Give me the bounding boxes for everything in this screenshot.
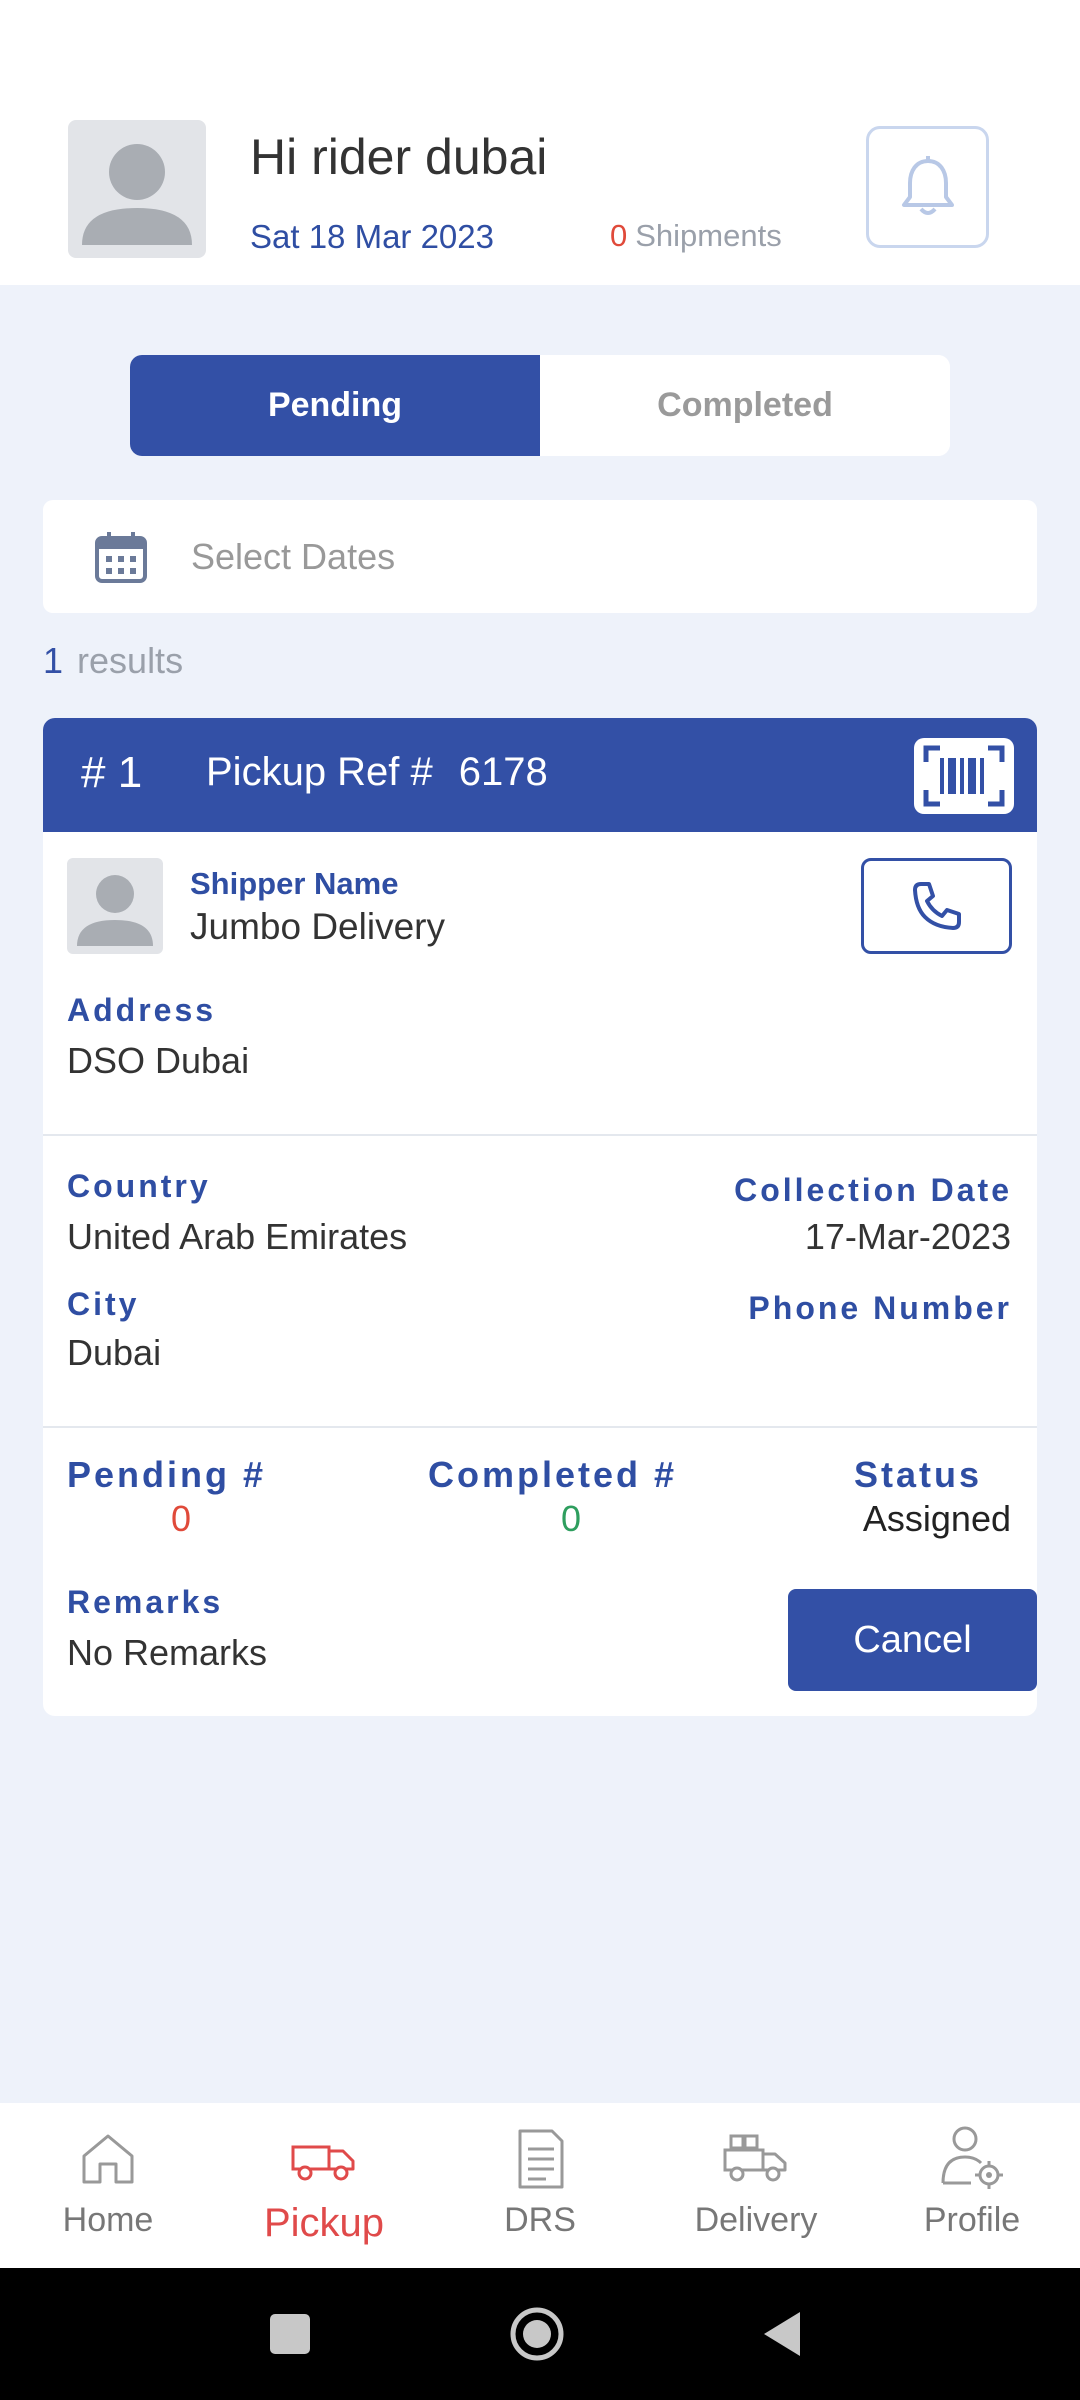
cancel-button[interactable]: Cancel xyxy=(788,1589,1037,1691)
results-label: results xyxy=(77,640,184,681)
person-icon xyxy=(77,875,153,946)
remarks-label: Remarks xyxy=(67,1584,224,1620)
phone-number-label: Phone Number xyxy=(748,1290,1012,1326)
pickup-index: # 1 xyxy=(81,748,143,797)
back-icon[interactable] xyxy=(764,2312,800,2356)
shipments-count: 0 xyxy=(610,218,628,253)
shipments-summary: 0 Shipments xyxy=(610,218,782,254)
nav-drs[interactable]: DRS xyxy=(432,2103,648,2268)
status-tabs: Pending Completed xyxy=(130,355,950,456)
address-label: Address xyxy=(67,992,217,1028)
pending-count-value: 0 xyxy=(171,1498,192,1539)
truck-icon xyxy=(291,2145,355,2181)
shipments-label: Shipments xyxy=(635,218,782,253)
pickup-card[interactable]: # 1 Pickup Ref # 6178 Shipper Name Jumbo … xyxy=(43,718,1037,1716)
date-filter-input[interactable]: Select Dates xyxy=(43,500,1037,613)
remarks-value: No Remarks xyxy=(67,1632,268,1673)
status-label: Status xyxy=(853,1454,982,1495)
nav-home[interactable]: Home xyxy=(0,2103,216,2268)
delivery-truck-icon xyxy=(723,2134,787,2182)
bell-icon xyxy=(901,156,954,215)
document-icon xyxy=(518,2129,564,2189)
notifications-button[interactable] xyxy=(866,126,989,248)
card-divider xyxy=(43,1134,1037,1136)
system-navigation-bar xyxy=(0,2268,1080,2400)
shipper-name-label: Shipper Name xyxy=(190,866,399,901)
header: Hi rider dubai Sat 18 Mar 2023 0 Shipment… xyxy=(0,0,1080,285)
nav-home-label: Home xyxy=(62,2201,154,2239)
tab-pending[interactable]: Pending xyxy=(130,355,540,456)
pending-count-label: Pending # xyxy=(67,1454,267,1495)
person-icon xyxy=(82,144,192,245)
city-label: City xyxy=(67,1286,140,1322)
pickup-card-header: # 1 Pickup Ref # 6178 xyxy=(43,718,1037,832)
completed-count-value: 0 xyxy=(561,1498,582,1539)
pickup-ref-number: 6178 xyxy=(458,750,548,794)
status-value: Assigned xyxy=(862,1498,1011,1539)
nav-drs-label: DRS xyxy=(504,2201,576,2239)
results-count: 1 results xyxy=(43,640,183,682)
profile-settings-icon xyxy=(941,2126,1003,2189)
completed-count-label: Completed # xyxy=(428,1454,678,1495)
results-number: 1 xyxy=(43,640,64,681)
rider-avatar[interactable] xyxy=(68,120,206,258)
collection-date-value: 17-Mar-2023 xyxy=(804,1216,1011,1257)
nav-profile[interactable]: Profile xyxy=(864,2103,1080,2268)
country-label: Country xyxy=(67,1168,211,1204)
city-value: Dubai xyxy=(67,1332,162,1373)
nav-profile-label: Profile xyxy=(923,2201,1021,2239)
bottom-navigation: Home Pickup DRS Delivery Profile xyxy=(0,2103,1080,2268)
current-date: Sat 18 Mar 2023 xyxy=(250,218,494,255)
card-divider xyxy=(43,1426,1037,1428)
address-value: DSO Dubai xyxy=(67,1040,250,1081)
greeting-text: Hi rider dubai xyxy=(250,129,548,185)
phone-icon xyxy=(912,882,961,930)
nav-delivery-label: Delivery xyxy=(694,2201,818,2239)
nav-pickup-label: Pickup xyxy=(263,2201,385,2245)
system-nav-icons xyxy=(270,2307,800,2361)
date-filter-placeholder: Select Dates xyxy=(191,535,396,577)
calendar-icon xyxy=(95,531,147,583)
country-value: United Arab Emirates xyxy=(67,1216,408,1257)
scan-barcode-button[interactable] xyxy=(914,738,1014,814)
home-icon xyxy=(82,2134,134,2184)
call-shipper-button[interactable] xyxy=(861,858,1012,954)
pickup-ref: Pickup Ref # 6178 xyxy=(206,750,548,795)
tab-completed[interactable]: Completed xyxy=(540,355,950,456)
shipper-avatar xyxy=(67,858,163,954)
collection-date-label: Collection Date xyxy=(734,1172,1012,1208)
shipper-name-value: Jumbo Delivery xyxy=(190,906,445,947)
pickup-ref-label: Pickup Ref # xyxy=(206,750,433,794)
nav-pickup[interactable]: Pickup xyxy=(216,2103,432,2268)
recent-apps-icon[interactable] xyxy=(270,2314,310,2354)
nav-delivery[interactable]: Delivery xyxy=(648,2103,864,2268)
barcode-scan-icon xyxy=(923,745,1005,807)
